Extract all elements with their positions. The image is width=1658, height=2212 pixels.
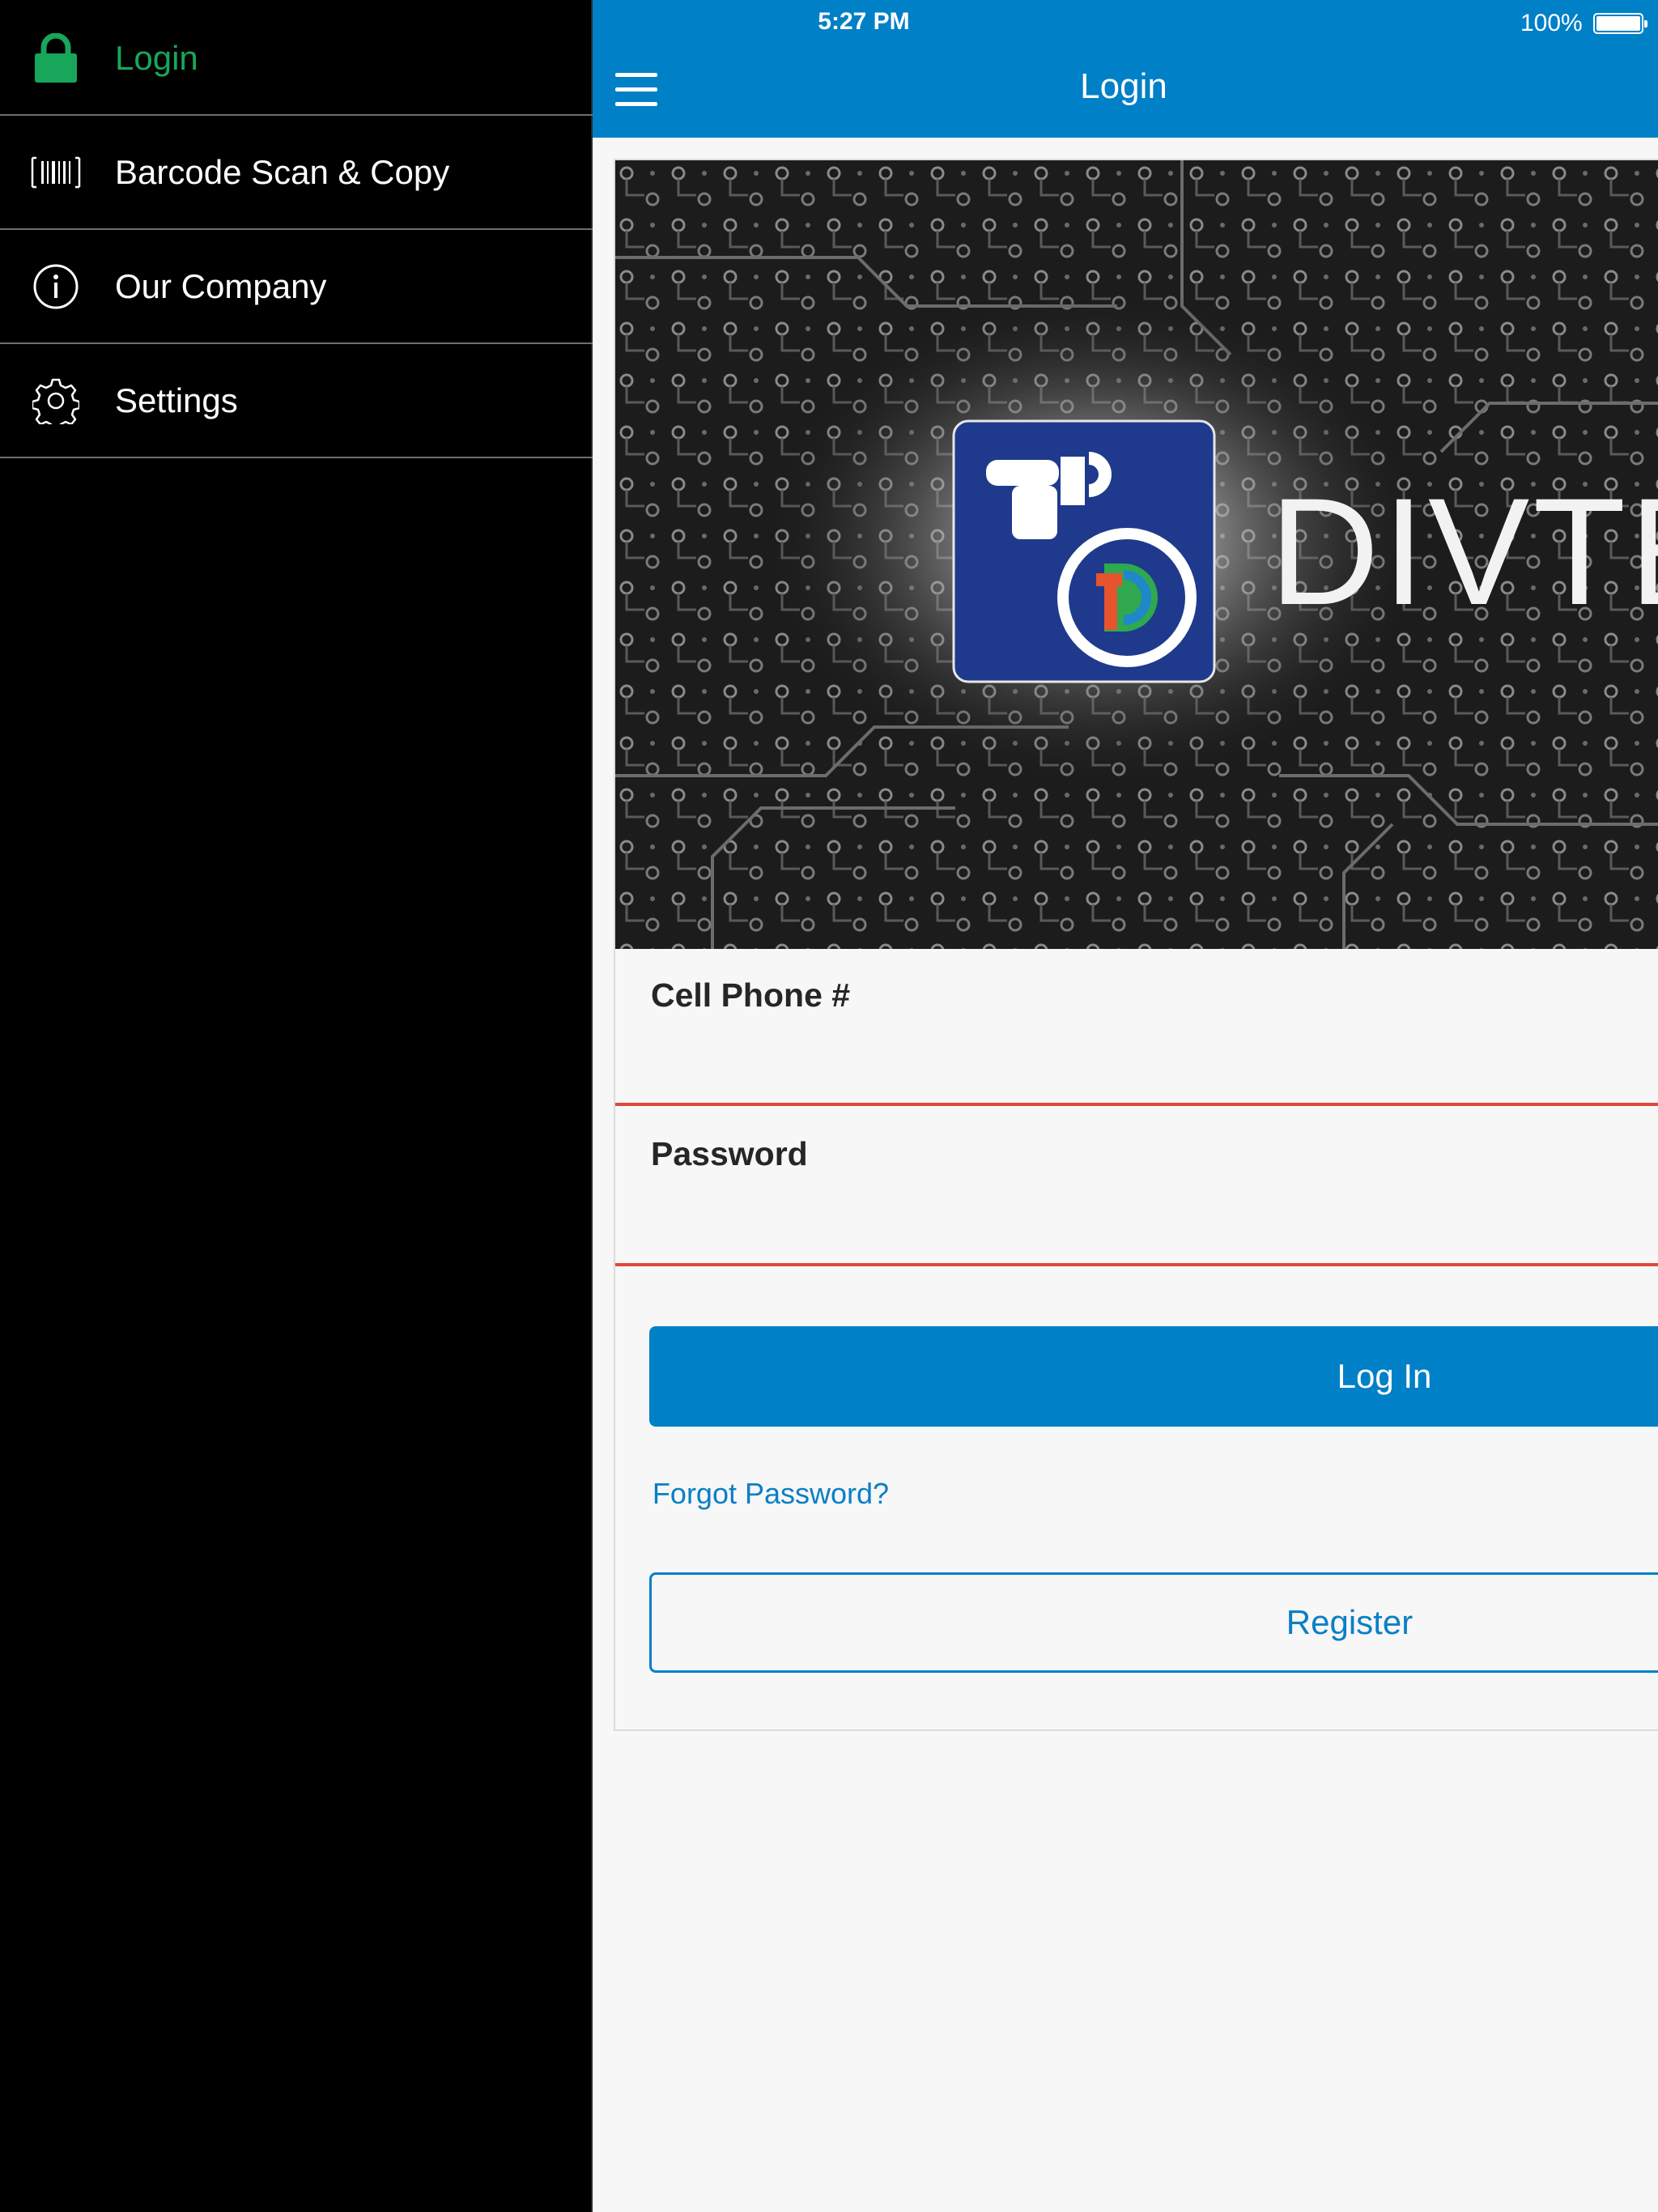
- phone-label: Cell Phone #: [651, 976, 851, 1014]
- side-menu-drawer: Login Barcode Scan & Copy Our Company Se…: [0, 0, 593, 2212]
- barcode-icon: [31, 147, 81, 198]
- sidebar-item-label: Settings: [115, 381, 238, 419]
- forgot-password-label: Forgot Password?: [652, 1477, 890, 1510]
- battery-icon: [1593, 13, 1647, 34]
- sidebar-item-our-company[interactable]: Our Company: [0, 230, 593, 344]
- info-icon: [31, 262, 81, 312]
- sidebar-item-label: Barcode Scan & Copy: [115, 152, 450, 191]
- navigation-bar: 5:27 PM 100% Login: [593, 0, 1658, 138]
- gear-icon: [31, 376, 81, 426]
- password-input[interactable]: [615, 1210, 1658, 1266]
- sidebar-item-label: Login: [115, 38, 198, 77]
- register-button[interactable]: Register: [649, 1572, 1658, 1673]
- sidebar-item-settings[interactable]: Settings: [0, 344, 593, 458]
- hamburger-icon[interactable]: [614, 70, 662, 110]
- lock-icon: [31, 32, 81, 83]
- status-time: 5:27 PM: [818, 8, 910, 35]
- main-content: 5:27 PM 100% Login DIVT Cell Phone # Pas…: [593, 0, 1658, 2212]
- sidebar-item-label: Our Company: [115, 266, 327, 305]
- brand-banner: DIVTE: [615, 160, 1658, 949]
- circuit-board-image: DIVTE: [615, 160, 1658, 949]
- sidebar-item-login[interactable]: Login: [0, 2, 593, 116]
- battery-percent: 100%: [1520, 10, 1583, 36]
- log-in-button[interactable]: Log In: [649, 1326, 1658, 1427]
- log-in-label: Log In: [1337, 1357, 1432, 1395]
- register-label: Register: [1286, 1603, 1414, 1641]
- sidebar-item-barcode-scan[interactable]: Barcode Scan & Copy: [0, 116, 593, 230]
- brand-text: DIVTE: [1269, 466, 1658, 636]
- password-label: Password: [651, 1135, 808, 1172]
- cell-phone-field[interactable]: [615, 1049, 1658, 1106]
- page-title: Login: [1080, 66, 1167, 106]
